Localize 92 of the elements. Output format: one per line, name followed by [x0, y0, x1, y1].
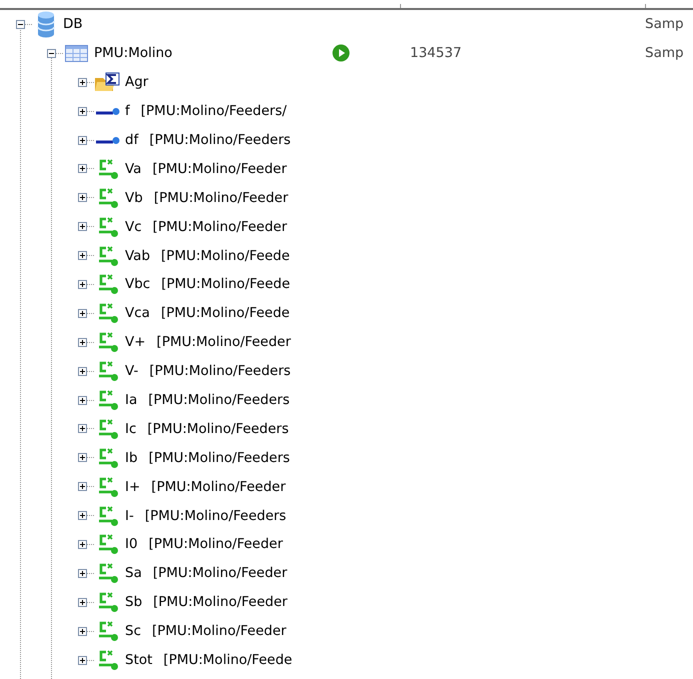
expander-icon[interactable] [78, 193, 87, 202]
node-label[interactable]: df [125, 132, 138, 148]
node-path: [PMU:Molino/Feeder [153, 594, 288, 610]
node-label[interactable]: I0 [125, 536, 138, 552]
calculation-icon [96, 476, 118, 498]
calculation-icon [96, 389, 118, 412]
node-label[interactable]: I- [125, 508, 134, 524]
calculation-icon [96, 446, 118, 469]
node-path: [PMU:Molino/Feeders [148, 450, 290, 466]
node-label[interactable]: Sc [125, 623, 141, 640]
calculation-icon [96, 620, 118, 642]
node-path: [PMU:Molino/Feede [163, 652, 292, 668]
expander-icon[interactable] [78, 482, 87, 492]
node-path: [PMU:Molino/Feede [161, 276, 290, 292]
node-path: [PMU:Molino/Feeder [151, 478, 286, 495]
node-label[interactable]: V+ [125, 334, 146, 350]
calculation-icon [96, 331, 118, 354]
node-path: [PMU:Molino/Feeder [152, 623, 286, 640]
node-path: [PMU:Molino/Feeder [152, 565, 288, 582]
node-label[interactable]: Agr [125, 74, 148, 90]
expander-icon[interactable] [78, 511, 87, 520]
node-label[interactable]: Ic [125, 420, 136, 437]
calculation-icon [96, 533, 118, 556]
expander-icon[interactable] [78, 308, 87, 318]
expander-icon[interactable] [78, 424, 87, 434]
expander-icon[interactable] [78, 626, 87, 636]
node-path: [PMU:Molino/Feeder [148, 536, 283, 552]
node-path: [PMU:Molino/Feeders [148, 392, 290, 408]
signal-icon [96, 135, 120, 145]
calculation-icon [96, 186, 118, 209]
calculation-icon [96, 504, 118, 527]
table-cell: Samp [645, 45, 684, 62]
node-label[interactable]: Vc [125, 218, 142, 235]
node-path: [PMU:Molino/Feeders [144, 508, 286, 524]
expander-icon[interactable] [78, 396, 87, 405]
node-label[interactable]: Ia [125, 392, 138, 408]
node-path: [PMU:Molino/Feeder [156, 334, 291, 350]
calculation-icon [96, 360, 118, 382]
node-label[interactable]: Ib [125, 450, 138, 466]
node-path: [PMU:Molino/Feeders [149, 363, 291, 380]
node-label[interactable]: Sa [125, 565, 142, 582]
expander-icon[interactable] [78, 164, 87, 174]
node-label[interactable]: PMU:Molino [94, 45, 172, 62]
expander-icon[interactable] [78, 222, 87, 232]
table-icon [65, 44, 88, 62]
expander-icon[interactable] [78, 568, 87, 578]
node-label[interactable]: Va [125, 160, 142, 177]
node-label[interactable]: Vab [125, 248, 150, 264]
node-path: [PMU:Molino/Feeders [149, 132, 291, 148]
expander-icon[interactable] [78, 78, 87, 87]
node-path: [PMU:Molino/Feede [160, 305, 290, 322]
expander-icon[interactable] [78, 366, 87, 376]
table-cell-text: 134537 [409, 45, 462, 62]
node-label[interactable]: V- [125, 363, 138, 380]
node-path: [PMU:Molino/Feeders/ [140, 103, 287, 120]
node-label[interactable]: Vca [125, 305, 150, 322]
node-path: [PMU:Molino/Feeder [152, 218, 287, 235]
calculation-icon [96, 649, 118, 672]
node-path: [PMU:Molino/Feeder [154, 190, 288, 206]
calculation-icon [96, 562, 118, 584]
expander-icon[interactable] [78, 280, 87, 289]
node-label[interactable]: I+ [125, 478, 140, 495]
node-label[interactable]: Sb [125, 594, 142, 610]
expander-icon[interactable] [78, 338, 87, 347]
node-path: [PMU:Molino/Feeder [152, 160, 287, 177]
node-label[interactable]: f [125, 103, 130, 120]
node-label[interactable]: Vb [125, 190, 143, 206]
folder-sigma-icon [95, 72, 120, 92]
calculation-icon [96, 216, 118, 238]
expander-icon[interactable] [47, 48, 56, 58]
expander-icon[interactable] [78, 656, 87, 665]
node-label[interactable]: Stot [125, 652, 152, 668]
expander-icon[interactable] [16, 20, 25, 29]
calculation-icon [96, 273, 118, 296]
calculation-icon [96, 591, 118, 614]
database-icon [36, 10, 54, 38]
node-path: [PMU:Molino/Feeders [147, 420, 289, 437]
expander-icon[interactable] [78, 106, 87, 116]
calculation-icon [96, 158, 118, 180]
expander-icon[interactable] [78, 598, 87, 607]
signal-icon [96, 106, 120, 116]
node-path: [PMU:Molino/Feede [161, 248, 290, 264]
expander-icon[interactable] [78, 453, 87, 462]
calculation-icon [96, 418, 118, 440]
expander-icon[interactable] [78, 136, 87, 144]
table-cell: Samp [645, 16, 684, 32]
node-label[interactable]: Vbc [125, 276, 150, 292]
expander-icon[interactable] [78, 540, 87, 549]
node-label[interactable]: DB [63, 16, 83, 32]
calculation-icon [96, 302, 118, 324]
calculation-icon [96, 244, 118, 267]
expander-icon[interactable] [78, 251, 87, 260]
